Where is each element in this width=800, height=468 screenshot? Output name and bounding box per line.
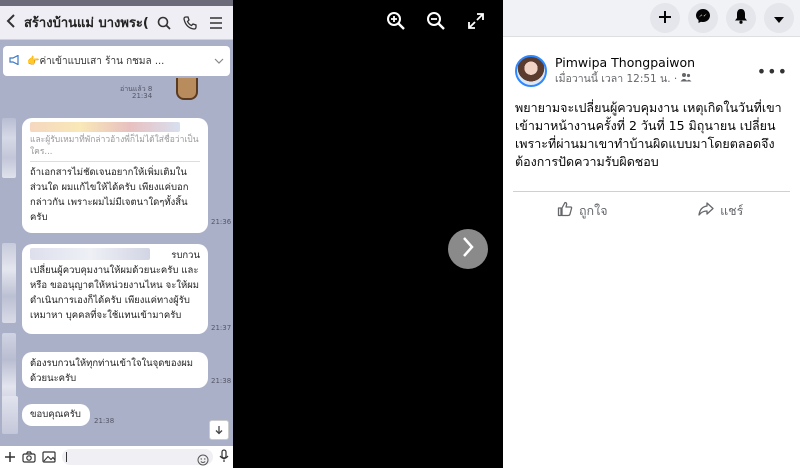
chat-input-bar xyxy=(0,446,233,468)
microphone-icon xyxy=(219,448,229,467)
zoom-in-icon[interactable] xyxy=(385,10,407,32)
caret-down-icon xyxy=(773,9,785,28)
chat-bubble: และผู้รับเหมาที่พักล่าวอ้างพี่ก็ไม่ได้ใส… xyxy=(22,118,208,233)
fullscreen-icon[interactable] xyxy=(465,10,487,32)
plus-icon xyxy=(4,448,16,467)
announcement-text: 👉ค่าเข้าแบบเสา ร้าน กชมล ... xyxy=(27,55,165,67)
next-photo-button[interactable] xyxy=(448,229,488,269)
message-time: 21:36 xyxy=(211,218,232,226)
sticker xyxy=(176,78,198,100)
chat-header: สร้างบ้านแม่ บางพระ(8) xyxy=(0,6,233,40)
post-text: พยายามจะเปลี่ยนผู้ควบคุมงาน เหตุเกิดในวั… xyxy=(515,100,782,169)
camera-icon xyxy=(22,448,36,467)
chat-title: สร้างบ้านแม่ บางพระ(8) xyxy=(24,16,149,31)
blurred-name xyxy=(30,122,180,132)
chat-bubble: รบกวน เปลี่ยนผู้ควบคุมงานให้ผมด้วยนะครับ… xyxy=(22,244,208,334)
message-time: 21:38 xyxy=(94,417,115,425)
post-timestamp[interactable]: เมื่อวานนี้ เวลา 12:51 น. · xyxy=(555,70,677,87)
top-nav-actions xyxy=(503,0,800,36)
share-button[interactable]: แชร์ xyxy=(652,193,791,221)
image-icon xyxy=(42,448,56,467)
post-card: Pimwipa Thongpaiwon เมื่อวานนี้ เวลา 12:… xyxy=(503,36,800,468)
divider xyxy=(30,161,200,162)
message-time: 21:38 xyxy=(211,377,232,385)
create-button[interactable] xyxy=(650,3,680,33)
account-menu-button[interactable] xyxy=(764,3,794,33)
menu-icon xyxy=(205,12,227,34)
like-label: ถูกใจ xyxy=(578,202,608,218)
like-button[interactable]: ถูกใจ xyxy=(513,193,652,221)
plus-icon xyxy=(658,9,672,28)
phone-icon xyxy=(179,12,201,34)
post-header: Pimwipa Thongpaiwon เมื่อวานนี้ เวลา 12:… xyxy=(503,37,800,87)
blurred-avatar xyxy=(2,243,16,323)
text-cursor xyxy=(66,452,67,462)
friends-icon xyxy=(680,72,692,85)
notifications-button[interactable] xyxy=(726,3,756,33)
more-options-icon[interactable]: ••• xyxy=(757,62,788,81)
messenger-button[interactable] xyxy=(688,3,718,33)
thumbs-up-icon xyxy=(557,201,573,220)
blurred-avatar xyxy=(2,396,18,434)
scroll-down-icon xyxy=(209,420,229,440)
chevron-down-icon xyxy=(214,56,224,67)
avatar[interactable] xyxy=(515,55,547,87)
post-panel: Pimwipa Thongpaiwon เมื่อวานนี้ เวลา 12:… xyxy=(503,0,800,468)
post-actions: ถูกใจ แชร์ xyxy=(513,191,790,221)
emoji-icon xyxy=(197,451,209,468)
photo-viewer: สร้างบ้านแม่ บางพระ(8) 👉ค่าเข้าแบบเสา ร้… xyxy=(0,0,503,468)
message-list: อ่านแล้ว 8 21:34 และผู้รับเหมาที่พักล่าว… xyxy=(0,78,233,446)
bell-icon xyxy=(734,8,748,28)
chat-screenshot: สร้างบ้านแม่ บางพระ(8) 👉ค่าเข้าแบบเสา ร้… xyxy=(0,0,233,468)
message-time: 21:37 xyxy=(211,324,232,332)
post-meta: เมื่อวานนี้ เวลา 12:51 น. · xyxy=(555,70,695,87)
message-time: 21:34 xyxy=(132,92,153,100)
megaphone-icon xyxy=(9,54,21,68)
message-text: เปลี่ยนผู้ควบคุมงานให้ผมด้วยนะครับ และหร… xyxy=(30,265,200,321)
quoted-message: และผู้รับเหมาที่พักล่าวอ้างพี่ก็ไม่ได้ใส… xyxy=(30,135,199,157)
chat-bubble: ต้องรบกวนให้ทุกท่านเข้าใจในจุดของผมด้วยน… xyxy=(22,352,208,388)
zoom-out-icon[interactable] xyxy=(425,10,447,32)
messenger-icon xyxy=(695,8,711,28)
blurred-text xyxy=(30,248,150,260)
message-input xyxy=(62,449,213,468)
back-arrow-icon xyxy=(6,13,20,32)
search-icon xyxy=(153,12,175,34)
share-label: แชร์ xyxy=(720,202,744,218)
message-text: ต้องรบกวนให้ทุกท่านเข้าใจในจุดของผมด้วยน… xyxy=(30,358,194,384)
blurred-avatar xyxy=(2,118,16,178)
announcement-bar: 👉ค่าเข้าแบบเสา ร้าน กชมล ... xyxy=(3,46,230,76)
post-author[interactable]: Pimwipa Thongpaiwon xyxy=(555,55,695,70)
message-text-tail: รบกวน xyxy=(171,250,200,261)
chat-bubble: ขอบคุณครับ xyxy=(22,404,90,426)
share-icon xyxy=(698,202,714,219)
chevron-right-icon xyxy=(461,236,475,262)
message-text: ขอบคุณครับ xyxy=(30,409,81,420)
message-text: ถ้าเอกสารไม่ชัดเจนอยากให้เพิ่มเติมในส่วน… xyxy=(30,167,189,223)
